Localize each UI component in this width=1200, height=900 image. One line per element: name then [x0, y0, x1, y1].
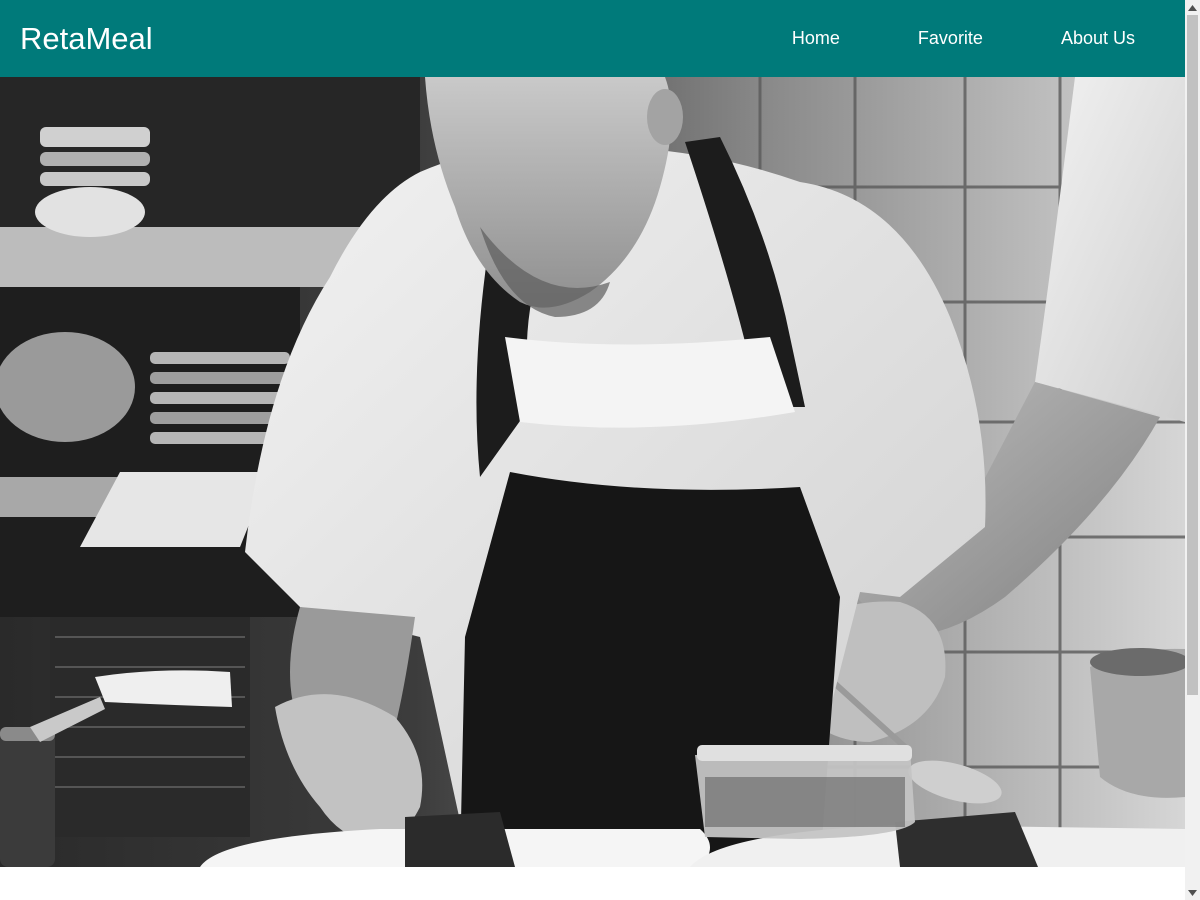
nav-about-us-link[interactable]: About Us	[1061, 28, 1135, 49]
brand-logo[interactable]: RetaMeal	[20, 23, 153, 54]
nav-home-link[interactable]: Home	[792, 28, 840, 49]
navbar: RetaMeal Home Favorite About Us	[0, 0, 1185, 77]
nav-favorite-link[interactable]: Favorite	[918, 28, 983, 49]
page: RetaMeal Home Favorite About Us	[0, 0, 1185, 900]
scroll-up-button[interactable]	[1185, 0, 1200, 15]
scroll-down-button[interactable]	[1185, 885, 1200, 900]
nav-links: Home Favorite About Us	[792, 0, 1165, 77]
chef-plating-photo	[0, 77, 1185, 867]
hero-image	[0, 77, 1185, 867]
vertical-scrollbar[interactable]	[1185, 0, 1200, 900]
scroll-down-arrow-icon	[1188, 889, 1197, 896]
scrollbar-thumb[interactable]	[1187, 15, 1198, 695]
scroll-up-arrow-icon	[1188, 4, 1197, 11]
